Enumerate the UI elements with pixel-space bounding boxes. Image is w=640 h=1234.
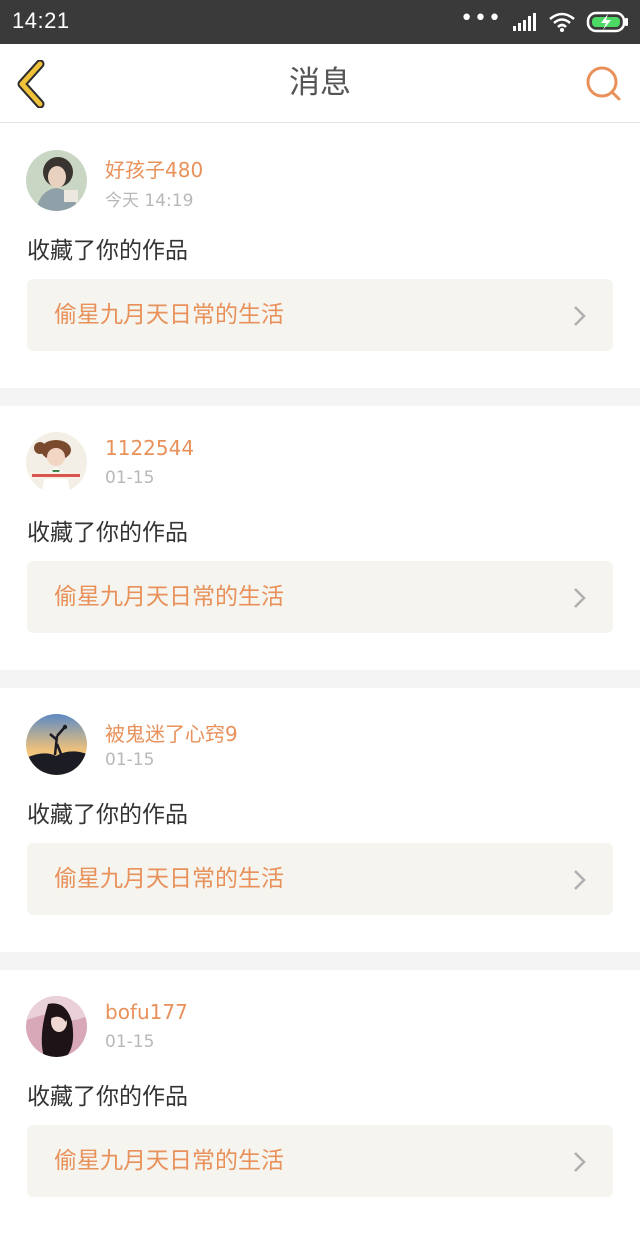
avatar[interactable] bbox=[26, 714, 87, 775]
work-title: 偷星九月天日常的生活 bbox=[54, 302, 284, 328]
username[interactable]: 好孩子480 bbox=[105, 154, 203, 183]
chevron-right-icon bbox=[574, 588, 586, 608]
message-card: 被鬼迷了心窍9 01-15 收藏了你的作品 偷星九月天日常的生活 bbox=[0, 688, 640, 952]
status-bar: 14:21 ••• bbox=[0, 0, 640, 44]
action-text: 收藏了你的作品 bbox=[27, 238, 188, 264]
username[interactable]: 1122544 bbox=[105, 436, 194, 460]
avatar[interactable] bbox=[26, 432, 87, 493]
search-button[interactable] bbox=[584, 64, 624, 104]
work-link[interactable]: 偷星九月天日常的生活 bbox=[27, 561, 613, 633]
work-title: 偷星九月天日常的生活 bbox=[54, 1148, 284, 1174]
wifi-icon bbox=[549, 12, 575, 32]
message-list: 好孩子480 今天 14:19 收藏了你的作品 偷星九月天日常的生活 11225 bbox=[0, 124, 640, 1234]
work-title: 偷星九月天日常的生活 bbox=[54, 584, 284, 610]
message-time: 01-15 bbox=[105, 1032, 155, 1052]
back-arrow-icon bbox=[17, 59, 45, 109]
signal-icon bbox=[513, 13, 536, 31]
work-link[interactable]: 偷星九月天日常的生活 bbox=[27, 279, 613, 351]
more-dots-icon: ••• bbox=[460, 6, 502, 31]
action-text: 收藏了你的作品 bbox=[27, 802, 188, 828]
divider bbox=[0, 952, 640, 970]
chevron-right-icon bbox=[574, 870, 586, 890]
message-time: 今天 14:19 bbox=[105, 191, 194, 211]
chevron-right-icon bbox=[574, 306, 586, 326]
message-card: 好孩子480 今天 14:19 收藏了你的作品 偷星九月天日常的生活 bbox=[0, 124, 640, 388]
battery-charging-icon bbox=[586, 11, 628, 33]
work-title: 偷星九月天日常的生活 bbox=[54, 866, 284, 892]
action-text: 收藏了你的作品 bbox=[27, 520, 188, 546]
work-link[interactable]: 偷星九月天日常的生活 bbox=[27, 843, 613, 915]
nav-bar: 消息 bbox=[0, 44, 640, 123]
message-card: 1122544 01-15 收藏了你的作品 偷星九月天日常的生活 bbox=[0, 406, 640, 670]
message-time: 01-15 bbox=[105, 750, 155, 770]
back-button[interactable] bbox=[14, 59, 54, 109]
avatar[interactable] bbox=[26, 996, 87, 1057]
action-text: 收藏了你的作品 bbox=[27, 1084, 188, 1110]
work-link[interactable]: 偷星九月天日常的生活 bbox=[27, 1125, 613, 1197]
divider bbox=[0, 388, 640, 406]
divider bbox=[0, 670, 640, 688]
message-card: bofu177 01-15 收藏了你的作品 偷星九月天日常的生活 bbox=[0, 970, 640, 1234]
username[interactable]: bofu177 bbox=[105, 1000, 188, 1024]
page-title: 消息 bbox=[289, 65, 351, 101]
avatar[interactable] bbox=[26, 150, 87, 211]
username[interactable]: 被鬼迷了心窍9 bbox=[105, 718, 238, 747]
search-icon bbox=[586, 66, 621, 101]
chevron-right-icon bbox=[574, 1152, 586, 1172]
status-icons: ••• bbox=[460, 6, 630, 35]
message-time: 01-15 bbox=[105, 468, 155, 488]
status-time: 14:21 bbox=[12, 8, 70, 33]
